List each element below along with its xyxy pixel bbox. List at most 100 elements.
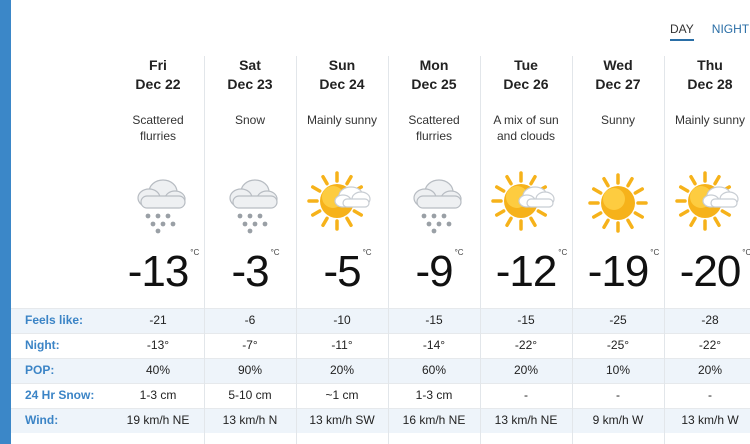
row-value: ~1 cm xyxy=(325,388,359,402)
row-value: -15 xyxy=(517,313,535,327)
row-value: -7° xyxy=(242,338,258,352)
temperature-value: -5 xyxy=(323,247,361,296)
temperature: -9 °C xyxy=(388,242,480,302)
row-value: -15 xyxy=(425,313,443,327)
temperature: -19 °C xyxy=(572,242,664,302)
day-night-toggle: DAY NIGHT xyxy=(670,22,749,41)
temperature-unit: °C xyxy=(650,248,660,257)
temperature-value: -20 xyxy=(679,247,742,296)
condition-line: Mainly sunny xyxy=(306,113,378,127)
temperature-unit: °C xyxy=(558,248,568,257)
day-date: Dec 24 xyxy=(319,76,365,92)
temperature-value: -12 xyxy=(495,247,558,296)
temperature-value-wrap: -5 °C xyxy=(323,242,371,302)
condition-line: Scattered xyxy=(408,113,460,127)
row-value: - xyxy=(708,388,712,402)
temperature: -13 °C xyxy=(112,242,204,302)
row-value: -21 xyxy=(149,313,167,327)
condition-text: Snow xyxy=(204,112,296,128)
temperature-value-wrap: -19 °C xyxy=(587,242,660,302)
temperature-value-wrap: -3 °C xyxy=(231,242,279,302)
row-value: 40% xyxy=(145,363,171,377)
day-name: Wed xyxy=(603,57,633,73)
day-date: Dec 25 xyxy=(411,76,457,92)
row-value: -22° xyxy=(698,338,722,352)
row-value: - xyxy=(524,388,528,402)
condition-text: Scattered flurries xyxy=(388,112,480,144)
row-value: -14° xyxy=(422,338,446,352)
row-value: 10% xyxy=(605,363,631,377)
temperature-value: -13 xyxy=(127,247,190,296)
condition-text: A mix of sun and clouds xyxy=(480,112,572,144)
row-value: 5-10 cm xyxy=(228,388,272,402)
temperature-value: -19 xyxy=(587,247,650,296)
day-name: Tue xyxy=(514,57,538,73)
row-value: -13° xyxy=(146,338,170,352)
row-value: -11° xyxy=(331,338,353,352)
temperature-value-wrap: -20 °C xyxy=(679,242,750,302)
row-label: Night: xyxy=(25,338,60,352)
row-value: 19 km/h NE xyxy=(126,413,190,427)
condition-line: Scattered xyxy=(132,113,184,127)
temperature-value-wrap: -9 °C xyxy=(415,242,463,302)
temperature-value: -3 xyxy=(231,247,269,296)
sun-icon xyxy=(572,168,664,238)
condition-text: Mainly sunny xyxy=(664,112,750,128)
day-date: Dec 28 xyxy=(687,76,733,92)
row-label: Feels like: xyxy=(25,313,84,327)
tab-day[interactable]: DAY xyxy=(670,22,694,41)
left-accent-bar xyxy=(0,0,11,444)
condition-line: Mainly sunny xyxy=(674,113,746,127)
row-value: 16 km/h NE xyxy=(402,413,466,427)
day-date: Dec 22 xyxy=(135,76,181,92)
sun-cloud-icon xyxy=(480,168,572,238)
condition-line: and clouds xyxy=(496,129,556,143)
row-value: 13 km/h SW xyxy=(309,413,375,427)
row-value: 1-3 cm xyxy=(139,388,177,402)
temperature-value-wrap: -13 °C xyxy=(127,242,200,302)
day-date: Dec 26 xyxy=(503,76,549,92)
temperature: -20 °C xyxy=(664,242,750,302)
temperature: -5 °C xyxy=(296,242,388,302)
row-value: 60% xyxy=(421,363,447,377)
temperature-unit: °C xyxy=(190,248,200,257)
row-value: -25° xyxy=(606,338,630,352)
row-value: 13 km/h W xyxy=(681,413,739,427)
condition-line: A mix of sun xyxy=(493,113,559,127)
cloud-snow-icon xyxy=(112,168,204,238)
temperature-unit: °C xyxy=(742,248,750,257)
row-value: - xyxy=(616,388,620,402)
temperature-unit: °C xyxy=(270,248,280,257)
day-name: Sat xyxy=(239,57,261,73)
condition-line: flurries xyxy=(139,129,176,143)
cloud-snow-icon xyxy=(388,168,480,238)
row-value: -25 xyxy=(609,313,627,327)
cloud-snow-icon xyxy=(204,168,296,238)
day-date: Dec 27 xyxy=(595,76,641,92)
condition-line: flurries xyxy=(415,129,452,143)
temperature-value: -9 xyxy=(415,247,453,296)
row-label: 24 Hr Snow: xyxy=(25,388,95,402)
temperature-value-wrap: -12 °C xyxy=(495,242,568,302)
condition-text: Sunny xyxy=(572,112,664,128)
row-value: -6 xyxy=(244,313,256,327)
day-name: Fri xyxy=(149,57,167,73)
condition-text: Scattered flurries xyxy=(112,112,204,144)
row-value: 20% xyxy=(329,363,355,377)
row-value: 13 km/h NE xyxy=(494,413,558,427)
condition-text: Mainly sunny xyxy=(296,112,388,128)
tab-night[interactable]: NIGHT xyxy=(712,22,749,36)
condition-line: Snow xyxy=(234,113,266,127)
temperature: -3 °C xyxy=(204,242,296,302)
sun-cloud-icon xyxy=(664,168,750,238)
day-name: Mon xyxy=(419,57,449,73)
day-name: Thu xyxy=(697,57,723,73)
temperature: -12 °C xyxy=(480,242,572,302)
sun-cloud-icon xyxy=(296,168,388,238)
condition-line: Sunny xyxy=(600,113,636,127)
row-value: 13 km/h N xyxy=(222,413,278,427)
row-value: -10 xyxy=(333,313,351,327)
row-label: POP: xyxy=(25,363,55,377)
row-value: -28 xyxy=(701,313,719,327)
day-date: Dec 23 xyxy=(227,76,273,92)
